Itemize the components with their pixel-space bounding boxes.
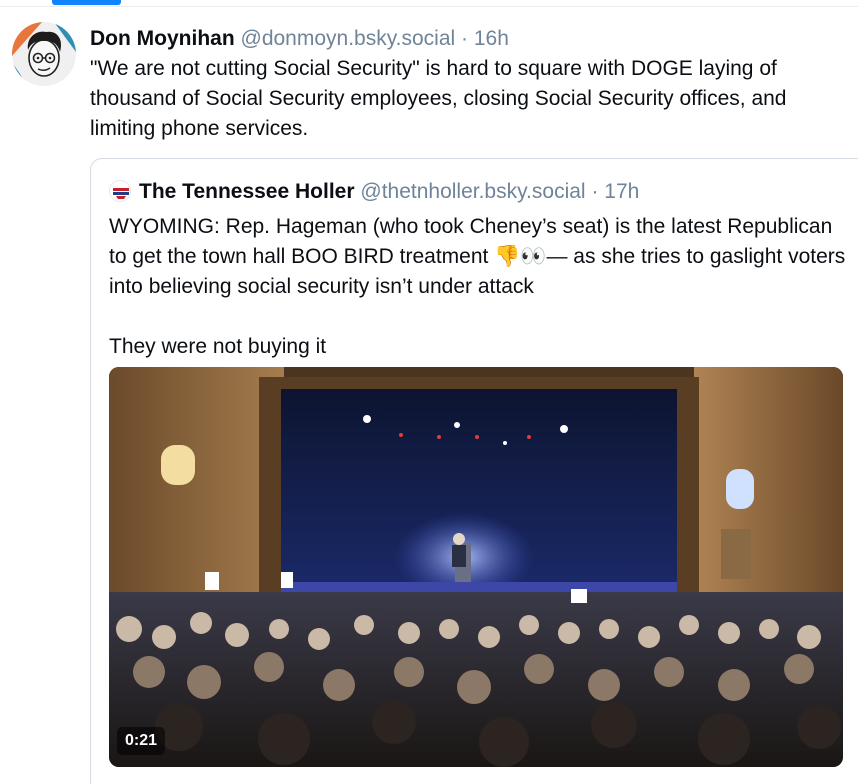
video-thumbnail: [109, 367, 843, 767]
post-header: Don Moynihan @donmoyn.bsky.social · 16h: [90, 24, 850, 54]
post-separator: ·: [461, 27, 469, 50]
post: Don Moynihan @donmoyn.bsky.social · 16h …: [90, 24, 850, 144]
author-avatar[interactable]: [12, 22, 76, 86]
quote-text: WYOMING: Rep. Hageman (who took Cheney’s…: [109, 215, 846, 358]
video-duration-badge: 0:21: [117, 727, 166, 755]
quote-separator: ·: [591, 180, 599, 203]
post-text: "We are not cutting Social Security" is …: [90, 57, 787, 140]
video-player[interactable]: [109, 367, 843, 767]
active-tab-indicator: [52, 0, 121, 5]
quote-header: The Tennessee Holler @thetnholler.bsky.s…: [109, 177, 639, 207]
top-divider: [0, 6, 858, 7]
post-author-handle[interactable]: @donmoyn.bsky.social: [241, 27, 456, 50]
cartoon-face-avatar-icon: [12, 22, 76, 86]
quote-author-name[interactable]: The Tennessee Holler: [139, 180, 355, 203]
quote-author-handle[interactable]: @thetnholler.bsky.social: [360, 180, 585, 203]
quote-timestamp[interactable]: 17h: [604, 180, 639, 203]
post-timestamp[interactable]: 16h: [474, 27, 509, 50]
tennessee-holler-logo-icon[interactable]: [109, 180, 131, 202]
post-author-name[interactable]: Don Moynihan: [90, 27, 235, 50]
